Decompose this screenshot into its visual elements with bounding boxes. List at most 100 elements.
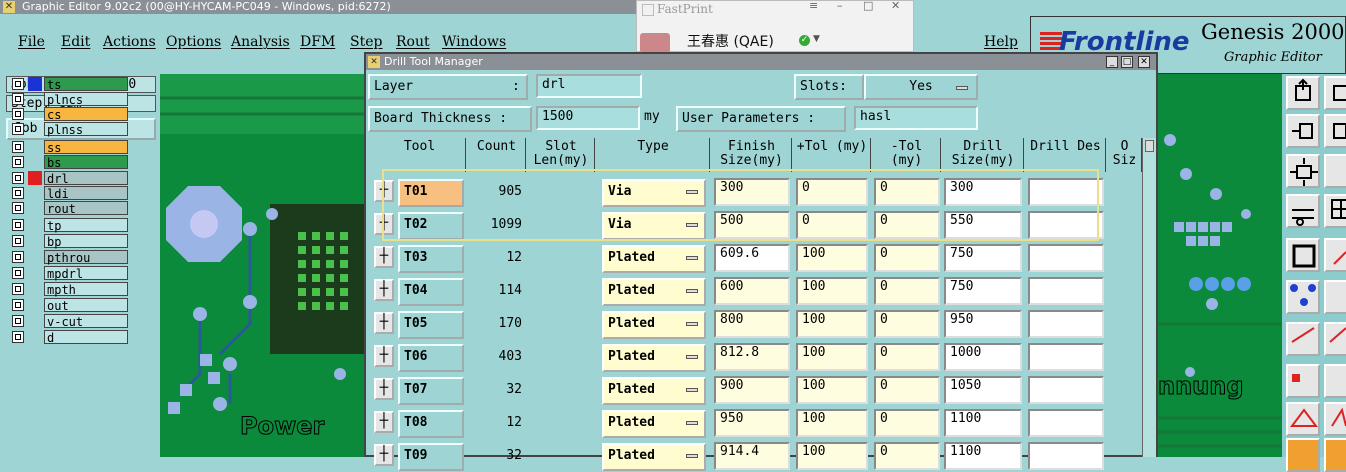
menu-rout[interactable]: Rout — [396, 34, 430, 50]
layer-checkbox[interactable] — [12, 267, 24, 279]
dialog-maximize-icon[interactable]: □ — [1121, 56, 1133, 68]
plus-tol-field[interactable]: 100 — [796, 442, 868, 470]
drill-size-field[interactable]: 950 — [944, 310, 1022, 338]
board-thickness-field[interactable]: 1500 — [536, 106, 640, 130]
cam-canvas[interactable]: Power — [160, 74, 365, 457]
type-select[interactable]: Plated — [602, 377, 706, 405]
tool-move-icon[interactable] — [1286, 114, 1320, 148]
plus-tol-field[interactable]: 100 — [796, 409, 868, 437]
layer-row-pthrou[interactable]: pthrou — [10, 250, 128, 265]
minus-tol-field[interactable]: 0 — [874, 442, 940, 470]
layer-checkbox[interactable] — [12, 251, 24, 263]
tool-triangle-icon[interactable] — [1286, 402, 1320, 436]
menu-dfm[interactable]: DFM — [300, 34, 335, 50]
layer-checkbox[interactable] — [12, 219, 24, 231]
tool-net-icon[interactable] — [1286, 280, 1320, 314]
type-select[interactable]: Plated — [602, 245, 706, 273]
user-parameters-field[interactable]: hasl — [854, 106, 978, 130]
menu-file[interactable]: File — [18, 34, 45, 50]
layer-checkbox[interactable] — [12, 123, 24, 135]
menu-analysis[interactable]: Analysis — [231, 34, 290, 50]
type-select[interactable]: Plated — [602, 344, 706, 372]
tool-slash-icon[interactable] — [1286, 322, 1320, 356]
column-header-4[interactable]: Finish Size(my) — [712, 138, 792, 172]
menu-options[interactable]: Options — [166, 34, 221, 50]
minus-tol-field[interactable]: 0 — [874, 409, 940, 437]
drill-size-field[interactable]: 1000 — [944, 343, 1022, 371]
finish-size-field[interactable]: 800 — [714, 310, 790, 338]
layer-checkbox[interactable] — [12, 172, 24, 184]
tool-play2-icon[interactable] — [1324, 438, 1346, 472]
minus-tol-field[interactable]: 0 — [874, 310, 940, 338]
finish-size-field[interactable]: 600 — [714, 277, 790, 305]
type-select[interactable]: Plated — [602, 410, 706, 438]
plus-tol-field[interactable]: 100 — [796, 277, 868, 305]
column-header-6[interactable]: -Tol (my) — [873, 138, 941, 172]
drill-size-field[interactable]: 550 — [944, 211, 1022, 239]
layer-checkbox[interactable] — [12, 235, 24, 247]
table-scrollbar[interactable] — [1142, 138, 1156, 457]
scroll-up-icon[interactable] — [1145, 140, 1154, 152]
minus-tol-field[interactable]: 0 — [874, 376, 940, 404]
tool-arrow-icon[interactable] — [1324, 364, 1346, 398]
cam-canvas-right[interactable]: nnung — [1156, 74, 1282, 457]
row-select-button[interactable]: ┼ — [374, 444, 394, 466]
drill-size-field[interactable]: 750 — [944, 244, 1022, 272]
drill-des-field[interactable] — [1028, 277, 1104, 305]
layer-row-plncs[interactable]: plncs — [10, 92, 128, 107]
layer-checkbox[interactable] — [12, 156, 24, 168]
drill-des-field[interactable] — [1028, 244, 1104, 272]
drill-des-field[interactable] — [1028, 376, 1104, 404]
tool-cell[interactable]: T04 — [398, 278, 464, 306]
row-select-button[interactable]: ┼ — [374, 279, 394, 301]
tool-cut-icon[interactable] — [1324, 280, 1346, 314]
layer-row-mpth[interactable]: mpth — [10, 282, 128, 297]
slots-select[interactable]: Yes — [864, 74, 978, 100]
dialog-minimize-icon[interactable]: _ — [1106, 56, 1118, 68]
plus-tol-field[interactable]: 0 — [796, 178, 868, 206]
finish-size-field[interactable]: 500 — [714, 211, 790, 239]
tool-resize-icon[interactable] — [1286, 154, 1320, 188]
row-select-button[interactable]: ┼ — [374, 246, 394, 268]
minus-tol-field[interactable]: 0 — [874, 244, 940, 272]
column-header-9[interactable]: O Siz — [1108, 138, 1142, 172]
layer-row-bs[interactable]: bs — [10, 155, 128, 170]
layer-checkbox[interactable] — [12, 187, 24, 199]
row-select-button[interactable]: ┼ — [374, 213, 394, 235]
fastprint-minimize-icon[interactable]: – — [837, 0, 843, 12]
drill-des-field[interactable] — [1028, 409, 1104, 437]
menu-windows[interactable]: Windows — [442, 34, 506, 50]
layer-checkbox[interactable] — [12, 202, 24, 214]
row-select-button[interactable]: ┼ — [374, 180, 394, 202]
fastprint-close-icon[interactable]: ✕ — [891, 0, 900, 12]
tool-cell[interactable]: T06 — [398, 344, 464, 372]
column-header-3[interactable]: Type — [597, 138, 710, 172]
finish-size-field[interactable]: 950 — [714, 409, 790, 437]
layer-row-v-cut[interactable]: v-cut — [10, 314, 128, 329]
layer-row-ts[interactable]: ts — [10, 77, 128, 92]
tool-upload2-icon[interactable] — [1324, 76, 1346, 110]
tool-settings-icon[interactable] — [1286, 194, 1320, 228]
column-header-1[interactable]: Count — [468, 138, 526, 172]
tool-cell[interactable]: T02 — [398, 212, 464, 240]
layer-row-cs[interactable]: cs — [10, 107, 128, 122]
fastprint-maximize-icon[interactable]: □ — [863, 0, 873, 12]
column-header-7[interactable]: Drill Size(my) — [943, 138, 1024, 172]
menu-step[interactable]: Step — [350, 34, 382, 50]
plus-tol-field[interactable]: 100 — [796, 244, 868, 272]
tool-upload-icon[interactable] — [1286, 76, 1320, 110]
minus-tol-field[interactable]: 0 — [874, 343, 940, 371]
minus-tol-field[interactable]: 0 — [874, 277, 940, 305]
finish-size-field[interactable]: 812.8 — [714, 343, 790, 371]
dialog-close-icon[interactable]: ✕ — [1138, 56, 1150, 68]
tool-slash2-icon[interactable] — [1324, 322, 1346, 356]
row-select-button[interactable]: ┼ — [374, 411, 394, 433]
fastprint-menu-icon[interactable]: ≡ — [809, 0, 818, 12]
minus-tol-field[interactable]: 0 — [874, 211, 940, 239]
finish-size-field[interactable]: 300 — [714, 178, 790, 206]
finish-size-field[interactable]: 914.4 — [714, 442, 790, 470]
type-select[interactable]: Plated — [602, 278, 706, 306]
type-select[interactable]: Via — [602, 212, 706, 240]
drill-size-field[interactable]: 1100 — [944, 442, 1022, 470]
layer-row-plnss[interactable]: plnss — [10, 122, 128, 137]
